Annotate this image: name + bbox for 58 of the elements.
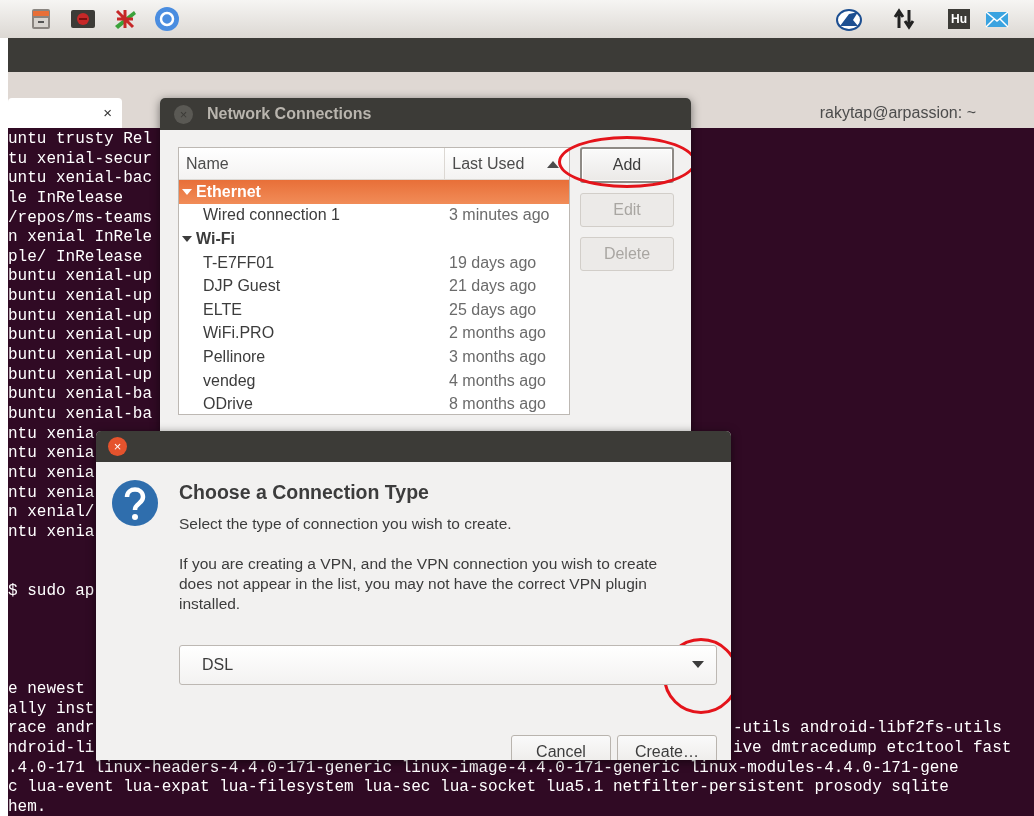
terminal-line: untu trusty Rel: [8, 130, 153, 150]
dialog-subtitle: Select the type of connection you wish to create.: [179, 514, 513, 535]
terminal-line: race andr: [8, 719, 95, 739]
terminal-line: ntu xenia: [8, 424, 95, 445]
terminal-line: tu xenial-secur: [8, 149, 153, 170]
terminal-line: buntu xenial-up: [8, 346, 153, 366]
terminal-line: hem.: [8, 797, 47, 816]
terminal-line: buntu xenial-up: [8, 306, 153, 327]
terminal-line: ntu xenia: [8, 522, 95, 543]
terminal-line: n xenial/: [8, 503, 95, 523]
terminal-line: le InRelease: [8, 188, 124, 209]
connection-row[interactable]: ELTE 25 days ago: [179, 297, 569, 322]
tab-close-button[interactable]: ×: [103, 101, 112, 125]
terminal-line: ntu xenia: [8, 483, 95, 504]
terminal-line: $ sudo ap: [8, 581, 95, 602]
terminal-line: buntu xenial-up: [8, 287, 153, 307]
ring-icon[interactable]: [154, 6, 180, 32]
terminal-line: /repos/ms-teams: [8, 208, 153, 229]
connection-row[interactable]: DJP Guest 21 days ago: [179, 274, 569, 298]
terminal-line: ple/ InRelease: [8, 247, 143, 268]
terminal-line: buntu xenial-ba: [8, 404, 153, 425]
connection-row[interactable]: Wired connection 1 3 minutes ago: [179, 203, 569, 228]
terminal-line: ive dmtracedump etc1tool fast: [732, 738, 1012, 759]
question-icon: [111, 479, 159, 527]
terminal-line: c lua-event lua-expat lua-filesystem lua-sec lua-socket lua5.1 netfilter-persistent prosody sqlite: [8, 778, 949, 798]
window-title: Network Connections: [207, 104, 372, 124]
terminal-line: buntu xenial-up: [8, 326, 153, 347]
terminal-line: buntu xenial-up: [8, 267, 153, 288]
connection-row[interactable]: Pellinore 3 months ago: [179, 345, 569, 369]
terminal-line: buntu xenial-up: [8, 365, 153, 386]
action-button[interactable]: Add: [580, 147, 674, 183]
dialog-button[interactable]: Create…: [617, 734, 717, 760]
terminal-line: ndroid-li: [8, 738, 95, 759]
connection-row[interactable]: T-E7FF01 19 days ago: [179, 250, 569, 275]
connection-row[interactable]: vendeg 4 months ago: [179, 368, 569, 393]
close-button[interactable]: ×: [108, 437, 127, 456]
expander-icon[interactable]: [182, 234, 192, 244]
dialog-note: If you are creating a VPN, and the VPN connection you wish to create does not appear in the list, you may not have the correct VPN plugin installed.: [179, 553, 659, 614]
dialog-heading: Choose a Connection Type: [179, 480, 430, 505]
column-header[interactable]: Last Used: [444, 148, 569, 179]
caret-icon: [692, 661, 704, 668]
type-dropdown[interactable]: DSL: [179, 644, 717, 685]
terminal-line: ally inst: [8, 699, 95, 720]
terminal-title: rakytap@arpassion: ~: [819, 103, 976, 123]
terminal-line: ntu xenia: [8, 463, 95, 484]
connection-row[interactable]: ODrive 8 months ago: [179, 392, 569, 414]
terminal-line: e newest: [8, 679, 85, 700]
connection-row[interactable]: WiFi.PRO 2 months ago: [179, 321, 569, 346]
column-header[interactable]: Name: [179, 148, 445, 179]
terminal-line: .4.0-171 linux-headers-4.4.0-171-generic linux-image-4.4.0-171-generic linux-modules-4.4.0-171-gene: [8, 758, 959, 779]
keyboard-layout-indicator[interactable]: Hu: [948, 9, 970, 29]
terminal-line: ntu xenia: [8, 444, 95, 464]
terminal-line: n xenial InRele: [8, 228, 153, 248]
terminal-line: untu xenial-bac: [8, 169, 153, 189]
dialog-button[interactable]: Cancel: [511, 734, 611, 760]
terminal-line: buntu xenial-ba: [8, 385, 153, 405]
terminal-line: -utils android-libf2fs-utils: [732, 719, 1002, 739]
group-row[interactable]: Wi-Fi: [179, 227, 569, 251]
